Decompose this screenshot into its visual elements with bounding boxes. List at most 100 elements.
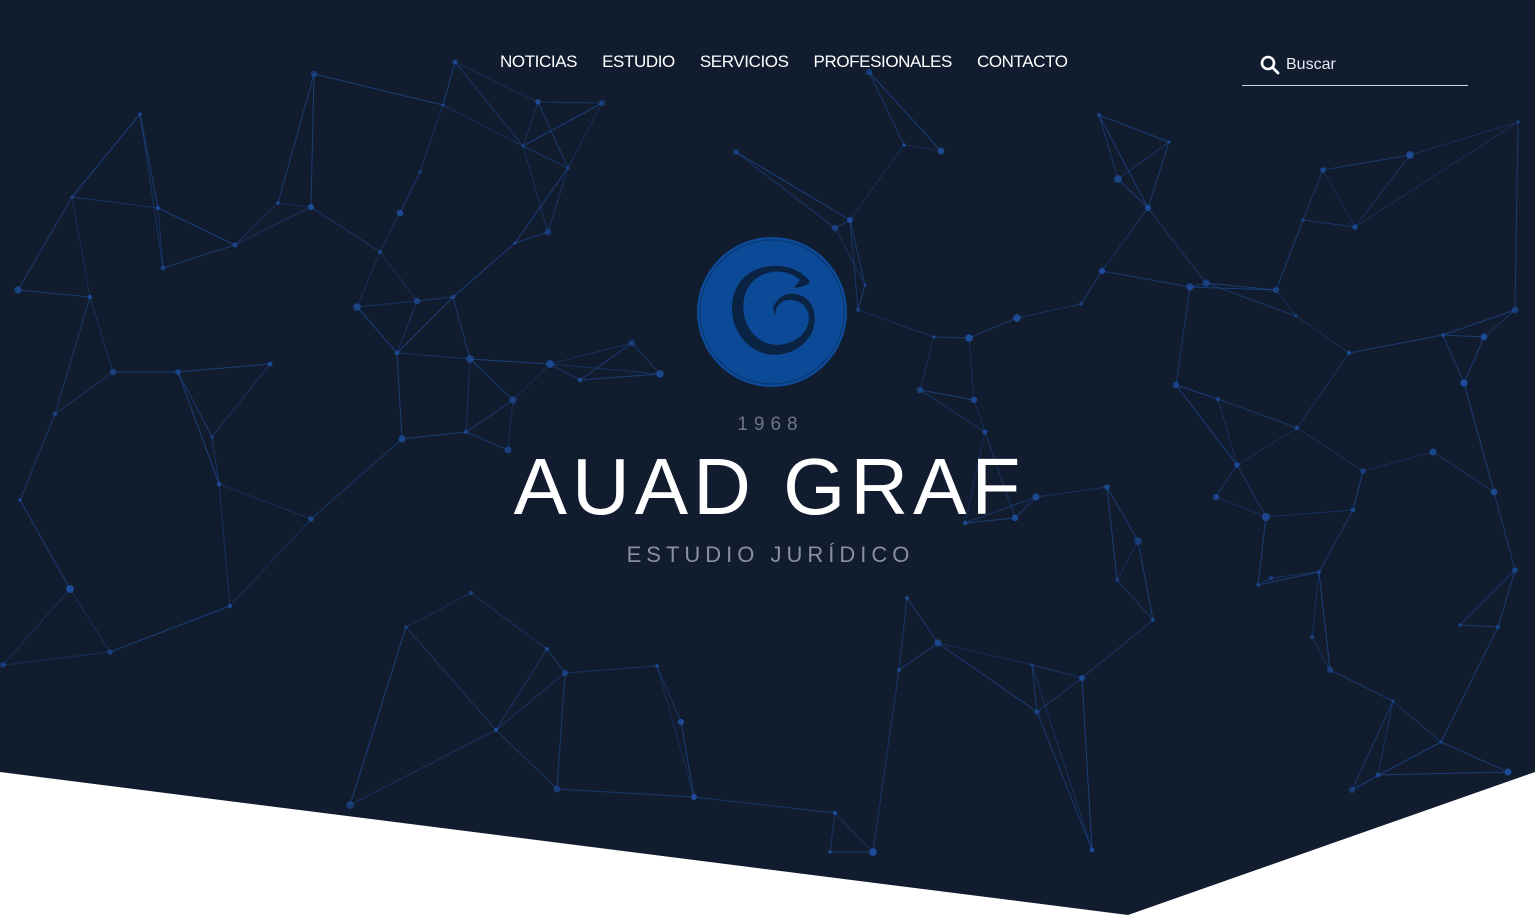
network-node	[905, 596, 909, 600]
network-node	[1294, 314, 1298, 318]
network-node	[916, 386, 924, 394]
network-node	[598, 99, 606, 107]
network-node	[14, 286, 22, 294]
network-node	[308, 204, 314, 210]
network-node	[828, 850, 832, 854]
network-node	[521, 144, 525, 148]
network-node	[276, 201, 280, 205]
nav-item-noticias[interactable]: NOTICIAS	[500, 50, 577, 74]
brand-title: AUAD GRAF	[513, 442, 1026, 531]
network-node	[1272, 286, 1280, 294]
network-node	[413, 297, 421, 305]
network-node	[562, 670, 568, 676]
nav-item-estudio[interactable]: ESTUDIO	[602, 50, 675, 74]
network-node	[1079, 675, 1085, 681]
network-node	[378, 250, 382, 254]
network-node	[468, 590, 474, 596]
nav-item-contacto[interactable]: CONTACTO	[977, 50, 1068, 74]
network-node	[656, 370, 664, 378]
network-node	[0, 662, 6, 668]
network-node	[1186, 283, 1194, 291]
network-node	[546, 360, 554, 368]
network-node	[1256, 583, 1260, 587]
network-node	[1309, 634, 1315, 640]
network-node	[267, 361, 273, 367]
network-node	[1030, 663, 1034, 667]
network-node	[394, 350, 400, 356]
network-node	[1512, 567, 1518, 573]
founded-year: 1968	[737, 414, 804, 435]
network-node	[847, 217, 853, 223]
network-node	[1346, 350, 1352, 356]
network-node	[109, 368, 117, 376]
network-node	[513, 241, 517, 245]
network-node	[466, 355, 474, 363]
network-node	[1172, 381, 1180, 389]
network-node	[1349, 787, 1355, 793]
network-node	[902, 143, 906, 147]
network-node	[1504, 768, 1512, 776]
hero-section: NOTICIAS ESTUDIO SERVICIOS PROFESIONALES…	[0, 0, 1535, 923]
network-node	[353, 303, 361, 311]
network-node	[494, 728, 498, 732]
main-nav: NOTICIAS ESTUDIO SERVICIOS PROFESIONALES…	[500, 50, 1068, 74]
network-node	[1511, 306, 1519, 314]
brand-tagline: ESTUDIO JURÍDICO	[626, 542, 915, 567]
search-icon[interactable]	[1260, 55, 1280, 75]
network-node	[1034, 709, 1040, 715]
network-node	[535, 99, 541, 105]
network-node	[310, 70, 318, 78]
network-node	[1495, 624, 1501, 630]
network-node	[1079, 302, 1083, 306]
search-input[interactable]	[1286, 55, 1456, 74]
network-node	[1326, 666, 1334, 674]
network-node	[1352, 224, 1358, 230]
network-node	[1115, 578, 1119, 582]
network-node	[509, 396, 517, 404]
network-node	[1375, 772, 1381, 778]
network-node	[897, 668, 901, 672]
network-node	[1439, 740, 1443, 744]
network-node	[404, 625, 408, 629]
network-node	[1144, 204, 1152, 212]
network-node	[66, 585, 74, 593]
network-node	[227, 603, 233, 609]
network-node	[1516, 120, 1520, 124]
network-node	[934, 639, 942, 647]
network-node	[1089, 847, 1095, 853]
network-node	[175, 369, 181, 375]
network-node	[677, 718, 685, 726]
search-box	[1242, 48, 1468, 86]
network-node	[1440, 332, 1446, 338]
network-node	[1268, 575, 1274, 581]
network-node	[418, 170, 422, 174]
network-node	[1114, 175, 1122, 183]
network-node	[396, 209, 404, 217]
network-node	[970, 396, 978, 404]
network-node	[441, 103, 445, 107]
nav-item-profesionales[interactable]: PROFESIONALES	[814, 50, 953, 74]
wave-logo-icon	[697, 237, 847, 387]
network-node	[1316, 569, 1322, 575]
network-node	[138, 112, 142, 116]
network-node	[1097, 113, 1101, 117]
network-node	[863, 283, 867, 287]
network-node	[545, 647, 549, 651]
network-node	[1013, 314, 1021, 322]
network-node	[869, 848, 877, 856]
network-node	[232, 242, 238, 248]
network-node	[733, 149, 739, 155]
network-node	[553, 785, 561, 793]
network-node	[691, 794, 697, 800]
network-node	[1098, 267, 1106, 275]
network-node	[932, 335, 936, 339]
network-node	[566, 166, 570, 170]
network-node	[544, 228, 552, 236]
network-node	[965, 334, 973, 342]
network-node	[832, 810, 838, 816]
network-node	[160, 265, 166, 271]
nav-item-servicios[interactable]: SERVICIOS	[700, 50, 789, 74]
network-node	[450, 294, 456, 300]
network-node	[70, 195, 74, 199]
network-node	[831, 224, 839, 232]
